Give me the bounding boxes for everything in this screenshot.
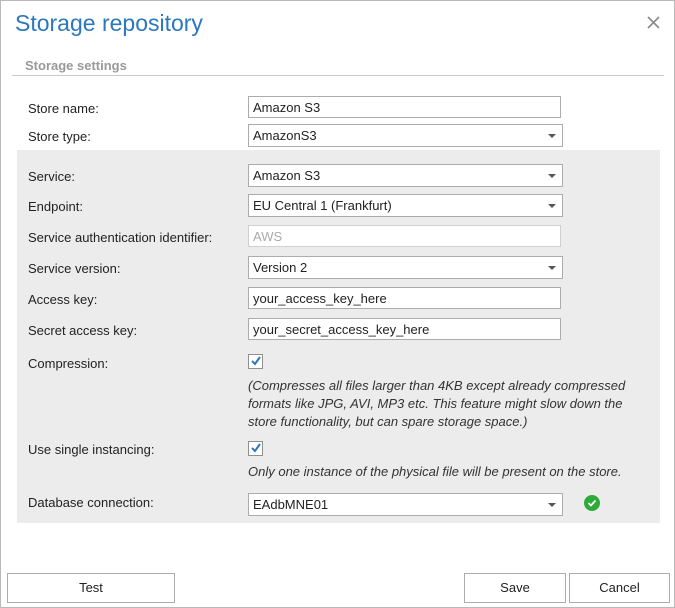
compression-note: (Compresses all files larger than 4KB ex…: [248, 377, 625, 431]
secret-access-key-label: Secret access key:: [28, 323, 138, 338]
compression-checkbox[interactable]: [248, 354, 263, 369]
chevron-down-icon: [548, 174, 556, 178]
chevron-down-icon: [548, 266, 556, 270]
database-connection-select[interactable]: EAdbMNE01: [248, 493, 563, 516]
service-version-select[interactable]: Version 2: [248, 256, 563, 279]
service-auth-id-input: AWS: [248, 225, 561, 247]
service-value: Amazon S3: [253, 168, 321, 183]
test-button[interactable]: Test: [7, 573, 175, 603]
checkmark-icon: [251, 356, 261, 366]
service-version-label: Service version:: [28, 261, 121, 276]
close-icon[interactable]: [644, 13, 664, 33]
access-key-input[interactable]: your_access_key_here: [248, 287, 561, 309]
service-version-value: Version 2: [253, 260, 308, 275]
store-type-select[interactable]: AmazonS3: [248, 124, 563, 147]
service-label: Service:: [28, 169, 75, 184]
chevron-down-icon: [548, 204, 556, 208]
store-type-value: AmazonS3: [253, 128, 317, 143]
endpoint-value: EU Central 1 (Frankfurt): [253, 198, 392, 213]
access-key-label: Access key:: [28, 292, 98, 307]
compression-note-line: (Compresses all files larger than 4KB ex…: [248, 378, 626, 393]
dialog-title: Storage repository: [15, 10, 203, 36]
section-title: Storage settings: [25, 58, 127, 73]
store-name-label: Store name:: [28, 101, 99, 116]
chevron-down-icon: [548, 134, 556, 138]
service-auth-id-label: Service authentication identifier:: [28, 230, 213, 245]
storage-repository-dialog: Storage repository Storage settings Stor…: [0, 0, 675, 608]
single-instancing-label: Use single instancing:: [28, 442, 155, 457]
save-button[interactable]: Save: [464, 573, 566, 603]
compression-note-line: store functionality, but can spare stora…: [248, 414, 528, 429]
database-connection-value: EAdbMNE01: [253, 497, 329, 512]
cancel-button[interactable]: Cancel: [569, 573, 670, 603]
database-connection-label: Database connection:: [28, 495, 154, 510]
service-select[interactable]: Amazon S3: [248, 164, 563, 187]
check-circle-icon: [584, 495, 600, 511]
single-instancing-note: Only one instance of the physical file w…: [248, 464, 622, 479]
endpoint-label: Endpoint:: [28, 199, 83, 214]
chevron-down-icon: [548, 503, 556, 507]
secret-access-key-input[interactable]: your_secret_access_key_here: [248, 318, 561, 340]
single-instancing-checkbox[interactable]: [248, 441, 263, 456]
section-divider: [12, 75, 664, 76]
compression-label: Compression:: [28, 356, 109, 371]
checkmark-icon: [251, 443, 261, 453]
endpoint-select[interactable]: EU Central 1 (Frankfurt): [248, 194, 563, 217]
store-type-label: Store type:: [28, 129, 91, 144]
compression-note-line: formats like JPG, AVI, MP3 etc. This fea…: [248, 396, 623, 411]
store-name-input[interactable]: Amazon S3: [248, 96, 561, 118]
